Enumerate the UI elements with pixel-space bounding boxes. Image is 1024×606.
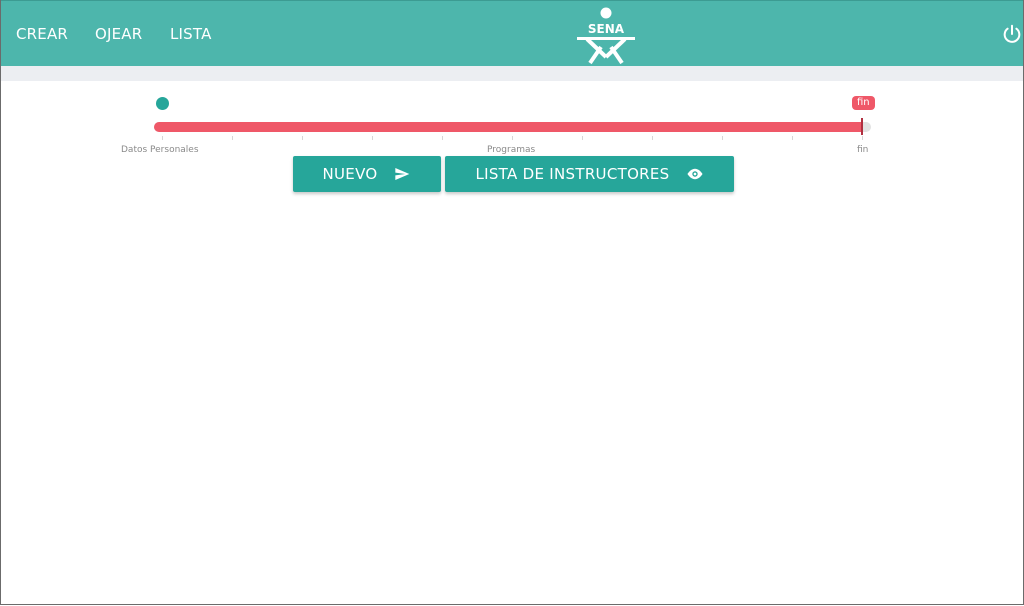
progress-tick [722,136,723,140]
send-icon [393,166,411,182]
progress-tick [232,136,233,140]
nuevo-button-label: NUEVO [322,165,378,183]
nuevo-button[interactable]: NUEVO [293,156,441,192]
app-window: CREAR OJEAR LISTA SENA fin Datos Persona… [0,0,1024,605]
progress-pin-label: fin [852,96,875,110]
nav-item-crear[interactable]: CREAR [16,25,68,43]
power-icon[interactable] [1001,23,1023,45]
nav-item-lista[interactable]: LISTA [170,25,212,43]
lista-instructores-button[interactable]: LISTA DE INSTRUCTORES [445,156,734,192]
tick-label-datos-personales: Datos Personales [121,145,199,155]
progress-tick [302,136,303,140]
tick-label-fin: fin [857,145,869,155]
progress-tick [582,136,583,140]
progress-tick [652,136,653,140]
sub-header-bar [1,66,1023,81]
progress-tick [442,136,443,140]
nav-item-ojear[interactable]: OJEAR [95,25,142,43]
sena-logo[interactable]: SENA [575,5,637,65]
progress-fill [154,122,863,132]
lista-instructores-button-label: LISTA DE INSTRUCTORES [475,165,670,183]
progress-tick [372,136,373,140]
tick-label-programas: Programas [487,145,536,155]
progress-handle[interactable] [861,118,863,135]
top-navbar: CREAR OJEAR LISTA SENA [1,0,1023,66]
eye-icon [686,167,704,181]
logo-text: SENA [588,22,625,36]
progress-tick [792,136,793,140]
progress-tick [862,136,863,140]
progress-tick [512,136,513,140]
progress-tick [162,136,163,140]
start-marker [156,97,169,110]
